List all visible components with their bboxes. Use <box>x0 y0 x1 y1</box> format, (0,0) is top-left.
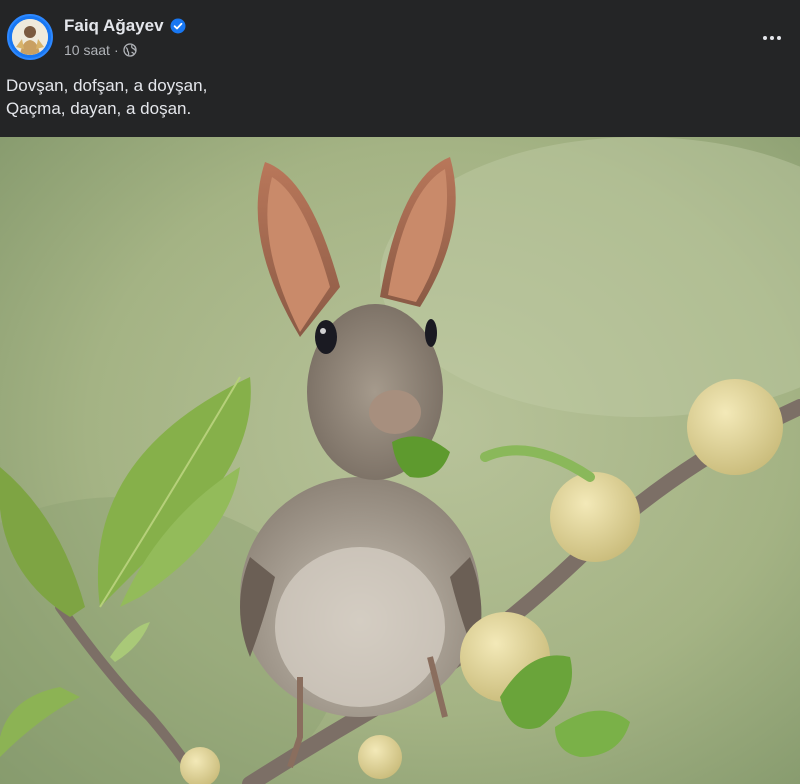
author-avatar[interactable] <box>7 14 53 60</box>
meta-separator: · <box>113 42 119 58</box>
globe-icon[interactable] <box>122 43 137 57</box>
post-text-line: Qaçma, dayan, a doşan. <box>6 99 192 118</box>
post-photo[interactable] <box>0 137 800 784</box>
facebook-post: Faiq Ağayev 10 saat · Dovşan, dofşan, a … <box>0 0 800 784</box>
verified-badge-icon <box>170 18 186 34</box>
post-header: Faiq Ağayev 10 saat · <box>0 0 800 70</box>
author-name[interactable]: Faiq Ağayev <box>64 16 164 36</box>
post-time[interactable]: 10 saat <box>64 41 110 59</box>
author-row: Faiq Ağayev <box>64 16 186 36</box>
more-options-icon[interactable] <box>758 24 786 52</box>
post-text-line: Dovşan, dofşan, a doyşan, <box>6 76 208 95</box>
post-meta: 10 saat · <box>64 41 137 59</box>
avatar-photo <box>12 19 48 55</box>
post-text: Dovşan, dofşan, a doyşan, Qaçma, dayan, … <box>6 74 207 120</box>
